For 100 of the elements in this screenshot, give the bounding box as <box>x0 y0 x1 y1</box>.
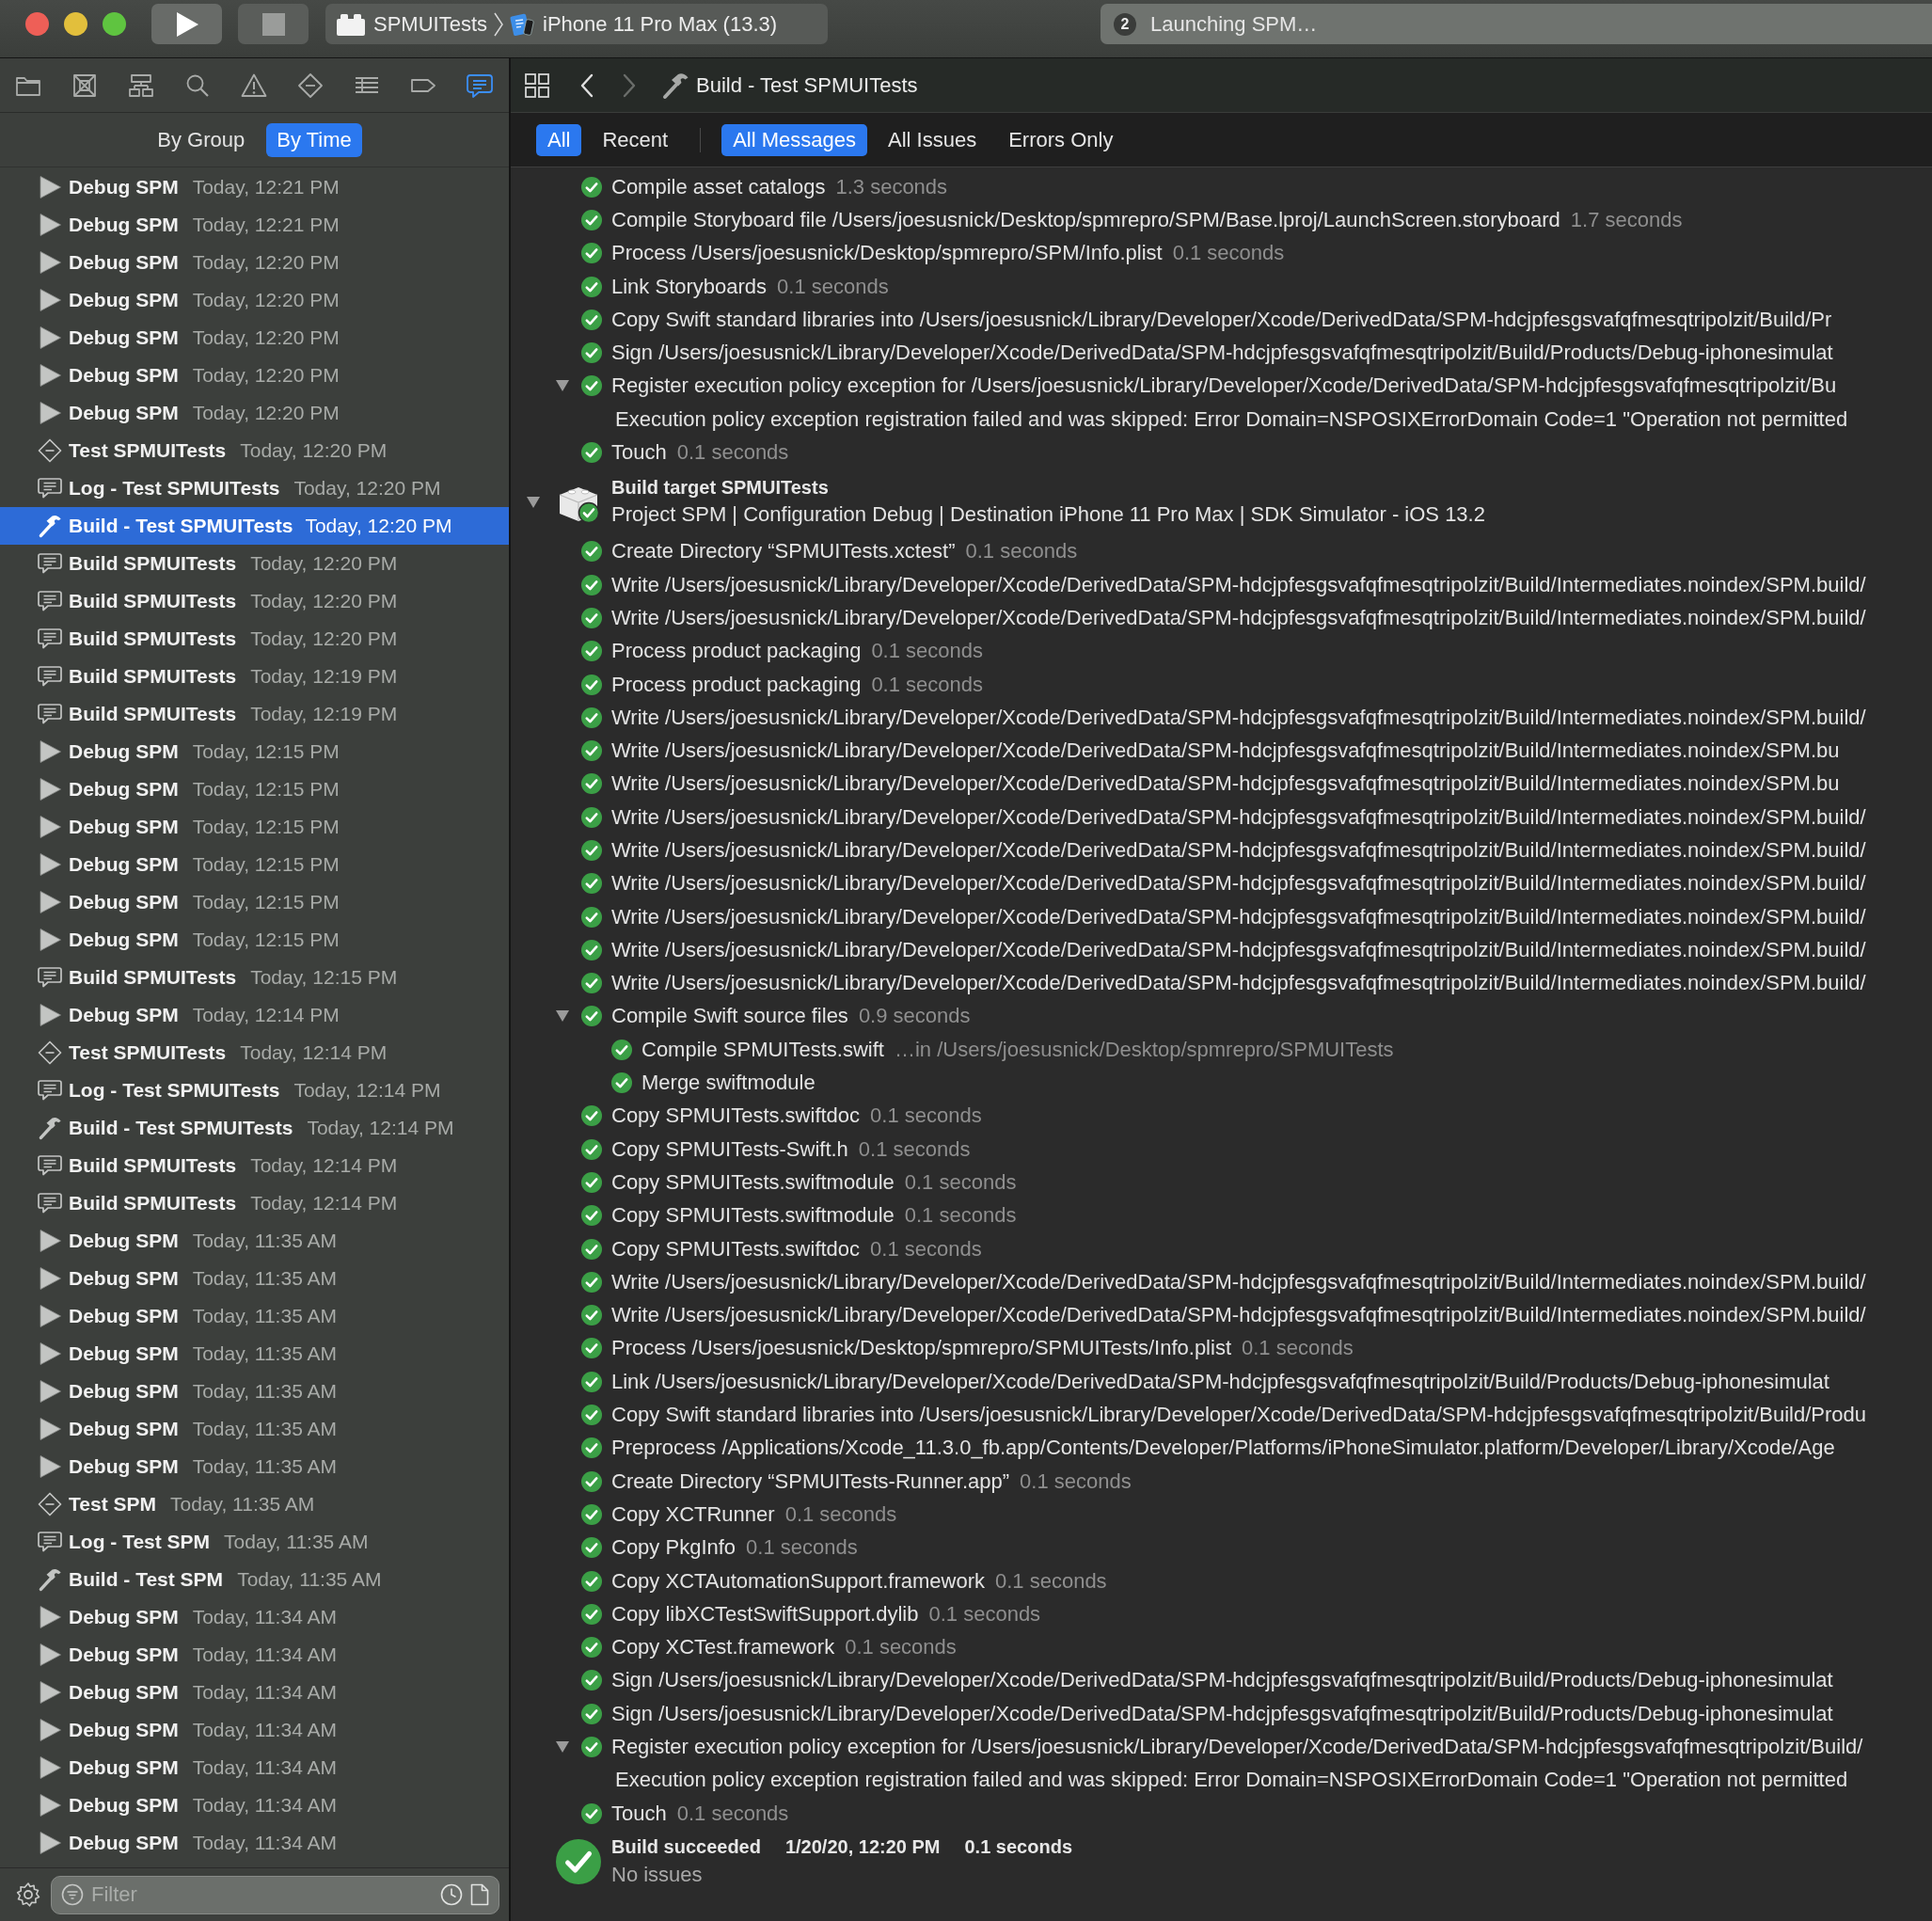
history-item[interactable]: Debug SPM Today, 11:35 AM <box>0 1373 509 1410</box>
history-item[interactable]: Log - Test SPM Today, 11:35 AM <box>0 1523 509 1561</box>
step-label: Touch <box>611 1801 667 1826</box>
history-item[interactable]: Build SPMUITests Today, 12:15 PM <box>0 959 509 996</box>
history-item[interactable]: Debug SPM Today, 11:34 AM <box>0 1674 509 1711</box>
history-item[interactable]: Build - Test SPMUITests Today, 12:20 PM <box>0 507 509 545</box>
filter-tab[interactable]: All Issues <box>877 123 989 156</box>
filter-input[interactable]: Filter <box>91 1882 433 1907</box>
history-item[interactable]: Debug SPM Today, 12:21 PM <box>0 206 509 244</box>
step-duration: 0.1 seconds <box>845 1635 957 1660</box>
history-item[interactable]: Build SPMUITests Today, 12:14 PM <box>0 1184 509 1222</box>
disclosure-triangle-icon[interactable] <box>555 1009 570 1024</box>
hammer-icon <box>38 1567 62 1592</box>
history-item[interactable]: Debug SPM Today, 11:34 AM <box>0 1711 509 1749</box>
history-item[interactable]: Debug SPM Today, 11:35 AM <box>0 1410 509 1448</box>
close-button[interactable] <box>25 12 49 36</box>
view-mode-tab[interactable]: By Time <box>266 122 362 157</box>
history-item[interactable]: Debug SPM Today, 12:15 PM <box>0 883 509 921</box>
clock-icon[interactable] <box>440 1883 463 1906</box>
history-item[interactable]: Log - Test SPMUITests Today, 12:14 PM <box>0 1072 509 1109</box>
view-mode-tab[interactable]: By Group <box>147 122 256 157</box>
play-icon <box>38 1417 62 1441</box>
step-label: Merge swiftmodule <box>641 1071 816 1096</box>
step-label: Copy Swift standard libraries into /Users/joesusnick/Library/Developer/Xcode/DerivedData/SPM-hdcjpfesgsvafqfmesqtripolzit/Build/Produ <box>611 1403 1867 1428</box>
play-icon <box>38 213 62 237</box>
history-item[interactable]: Build SPMUITests Today, 12:20 PM <box>0 545 509 582</box>
history-item[interactable]: Debug SPM Today, 12:21 PM <box>0 168 509 206</box>
target-details: Project SPM | Configuration Debug | Destination iPhone 11 Pro Max | SDK Simulator - iOS 13.2 <box>611 502 1485 528</box>
filter-tab[interactable]: Errors Only <box>997 123 1125 156</box>
speech-bubble-icon <box>38 1191 62 1215</box>
breadcrumb-item[interactable]: Build - Test SPMUITests <box>696 72 918 98</box>
step-label: Create Directory “SPMUITests-Runner.app” <box>611 1469 1010 1494</box>
log-message: Execution policy exception registration failed and was skipped: Error Domain=NSPOSIXErrorDomain Code=1 "Operation not permitted <box>615 1768 1848 1793</box>
minimize-button[interactable] <box>64 12 87 36</box>
filter-tab[interactable]: Recent <box>591 123 680 156</box>
disclosure-triangle-icon[interactable] <box>526 495 541 509</box>
scheme-button[interactable]: SPMUITests <box>333 7 492 41</box>
history-item[interactable]: Debug SPM Today, 11:35 AM <box>0 1448 509 1485</box>
history-item[interactable]: Debug SPM Today, 11:34 AM <box>0 1598 509 1636</box>
play-icon <box>38 739 62 764</box>
history-item[interactable]: Build SPMUITests Today, 12:19 PM <box>0 695 509 733</box>
history-item[interactable]: Debug SPM Today, 11:34 AM <box>0 1636 509 1674</box>
step-label: Compile SPMUITests.swift <box>641 1037 884 1062</box>
diamond-icon <box>38 1040 62 1065</box>
step-label: Copy SPMUITests.swiftmodule <box>611 1203 895 1229</box>
step-label: Copy SPMUITests.swiftmodule <box>611 1169 895 1195</box>
history-item[interactable]: Build SPMUITests Today, 12:20 PM <box>0 582 509 620</box>
history-item[interactable]: Debug SPM Today, 12:15 PM <box>0 921 509 959</box>
scheme-selector[interactable]: SPMUITests iPhone 11 Pro Max (13.3) <box>325 4 828 44</box>
history-item[interactable]: Debug SPM Today, 12:20 PM <box>0 394 509 432</box>
play-icon <box>38 1454 62 1479</box>
history-item[interactable]: Debug SPM Today, 12:15 PM <box>0 846 509 883</box>
history-item[interactable]: Debug SPM Today, 12:20 PM <box>0 244 509 281</box>
disclosure-triangle-icon[interactable] <box>555 379 570 393</box>
history-item[interactable]: Debug SPM Today, 12:15 PM <box>0 733 509 770</box>
history-item[interactable]: Build - Test SPMUITests Today, 12:14 PM <box>0 1109 509 1147</box>
history-item[interactable]: Debug SPM Today, 11:35 AM <box>0 1335 509 1373</box>
step-duration: 0.1 seconds <box>1020 1469 1132 1494</box>
history-item[interactable]: Debug SPM Today, 11:35 AM <box>0 1297 509 1335</box>
run-button[interactable] <box>151 4 222 44</box>
step-label: Write /Users/joesusnick/Library/Developer/Xcode/DerivedData/SPM-hdcjpfesgsvafqfmesqtripolzit/Build/Intermediates.noindex/SPM.build/ <box>611 1269 1866 1294</box>
history-item[interactable]: Build - Test SPM Today, 11:35 AM <box>0 1561 509 1598</box>
history-item[interactable]: Build SPMUITests Today, 12:14 PM <box>0 1147 509 1184</box>
history-item[interactable]: Debug SPM Today, 12:20 PM <box>0 281 509 319</box>
play-icon <box>38 1003 62 1027</box>
filter-tab[interactable]: All <box>536 123 582 156</box>
zoom-button[interactable] <box>103 12 126 36</box>
history-item[interactable]: Debug SPM Today, 12:20 PM <box>0 319 509 357</box>
filter-icon[interactable] <box>61 1883 84 1906</box>
history-item[interactable]: Build SPMUITests Today, 12:20 PM <box>0 620 509 658</box>
history-item[interactable]: Debug SPM Today, 11:34 AM <box>0 1749 509 1786</box>
history-item[interactable]: Debug SPM Today, 12:14 PM <box>0 996 509 1034</box>
disclosure-triangle-icon[interactable] <box>555 1740 570 1754</box>
history-item[interactable]: Debug SPM Today, 11:35 AM <box>0 1222 509 1260</box>
history-item[interactable]: Debug SPM Today, 11:34 AM <box>0 1824 509 1862</box>
history-item[interactable]: Debug SPM Today, 12:20 PM <box>0 357 509 394</box>
filter-field[interactable]: Filter <box>51 1875 499 1914</box>
document-icon[interactable] <box>470 1883 489 1906</box>
speech-bubble-icon <box>38 702 62 726</box>
play-icon <box>38 401 62 425</box>
destination-button[interactable]: iPhone 11 Pro Max (13.3) <box>506 7 782 41</box>
step-label: Compile Swift source files <box>611 1004 848 1029</box>
history-item[interactable]: Debug SPM Today, 11:35 AM <box>0 1260 509 1297</box>
grid-icon[interactable] <box>524 71 550 99</box>
play-icon <box>38 1605 62 1629</box>
history-item[interactable]: Debug SPM Today, 11:34 AM <box>0 1786 509 1824</box>
history-item[interactable]: Debug SPM Today, 12:15 PM <box>0 808 509 846</box>
filter-tab[interactable]: All Messages <box>721 123 867 156</box>
step-label: Touch <box>611 440 667 465</box>
settings-icon[interactable] <box>15 1881 41 1908</box>
history-item[interactable]: Debug SPM Today, 12:15 PM <box>0 770 509 808</box>
history-item[interactable]: Test SPM Today, 11:35 AM <box>0 1485 509 1523</box>
history-item[interactable]: Build SPMUITests Today, 12:19 PM <box>0 658 509 695</box>
play-icon <box>38 1680 62 1705</box>
history-item[interactable]: Test SPMUITests Today, 12:20 PM <box>0 432 509 469</box>
step-label: Write /Users/joesusnick/Library/Developer/Xcode/DerivedData/SPM-hdcjpfesgsvafqfmesqtripolzit/Build/Intermediates.noindex/SPM.build/ <box>611 1303 1866 1328</box>
history-item[interactable]: Log - Test SPMUITests Today, 12:20 PM <box>0 469 509 507</box>
history-item[interactable]: Test SPMUITests Today, 12:14 PM <box>0 1034 509 1072</box>
step-label: Write /Users/joesusnick/Library/Developer/Xcode/DerivedData/SPM-hdcjpfesgsvafqfmesqtripolzit/Build/Intermediates.noindex/SPM.build/ <box>611 705 1866 730</box>
stop-button[interactable] <box>238 4 309 44</box>
